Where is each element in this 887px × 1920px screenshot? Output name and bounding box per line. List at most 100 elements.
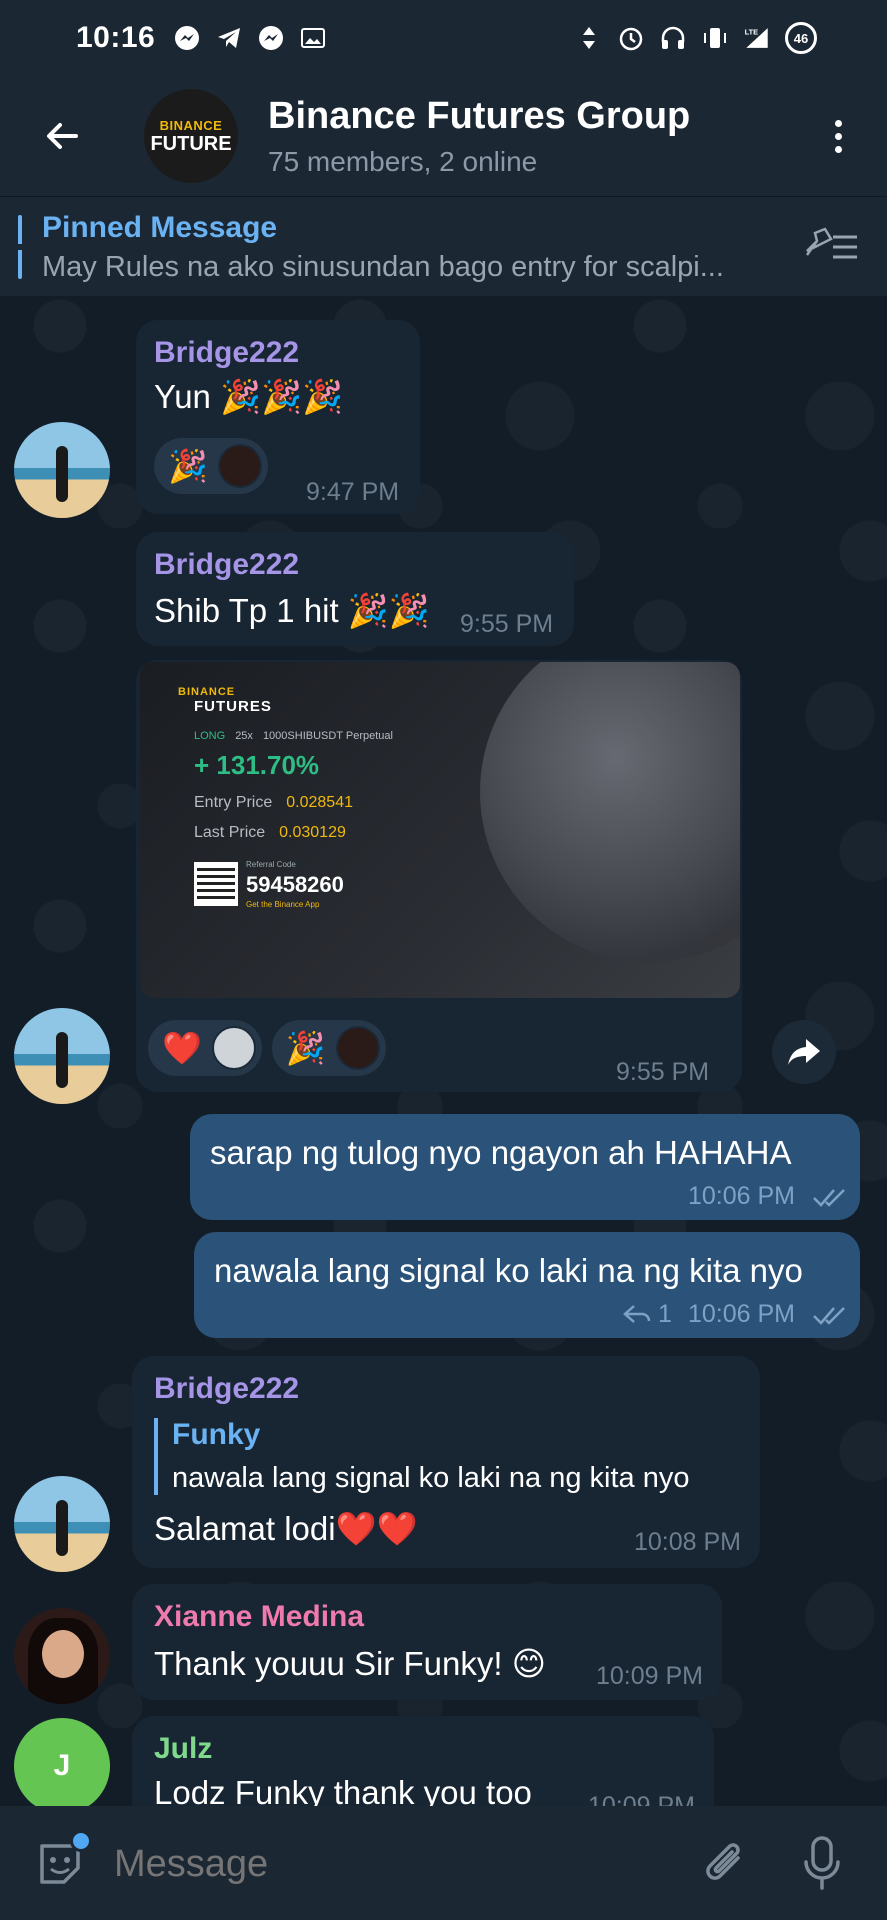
more-options-button[interactable] xyxy=(823,106,853,166)
card-moon-graphic xyxy=(480,662,740,962)
dot-icon xyxy=(834,132,842,140)
outgoing-message-bubble[interactable]: nawala lang signal ko laki na ng kita ny… xyxy=(194,1232,860,1338)
sender-name: Xianne Medina xyxy=(154,1600,365,1633)
message-time: 10:09 PM xyxy=(588,1792,696,1806)
gallery-icon xyxy=(299,24,327,52)
dot-icon xyxy=(834,119,842,127)
message-bubble[interactable]: Bridge222 Shib Tp 1 hit 🎉🎉 9:55 PM xyxy=(136,532,574,646)
avatar-bridge222[interactable] xyxy=(14,1476,110,1572)
reaction-heart[interactable]: ❤️ xyxy=(148,1020,262,1076)
binance-pnl-card[interactable]: BINANCE FUTURES LONG 25x 1000SHIBUSDT Pe… xyxy=(140,662,740,998)
heart-icon: ❤️ xyxy=(162,1030,202,1066)
data-arrows-icon xyxy=(575,24,603,52)
reply-quote[interactable]: Funky nawala lang signal ko laki na ng k… xyxy=(154,1418,690,1495)
referral-code: 59458260 xyxy=(246,872,344,897)
reactor-avatar xyxy=(335,1026,380,1070)
reactor-avatar xyxy=(211,1026,256,1070)
avatar-brand-bottom: FUTURE xyxy=(150,132,232,155)
paperclip-icon xyxy=(706,1843,740,1880)
last-label: Last Price xyxy=(194,824,266,841)
pinned-list-icon[interactable] xyxy=(801,223,861,271)
party-popper-icon: 🎉 xyxy=(285,1030,326,1066)
reactions: ❤️ 🎉 xyxy=(148,1020,386,1076)
message-time: 10:06 PM xyxy=(688,1300,796,1328)
avatar-bridge222[interactable] xyxy=(14,422,110,518)
reaction-party[interactable]: 🎉 xyxy=(154,438,268,494)
message-text: Shib Tp 1 hit 🎉🎉 xyxy=(154,592,431,629)
pinned-title: Pinned Message xyxy=(42,211,278,244)
message-time: 9:55 PM xyxy=(616,1058,710,1086)
pinned-message-bar[interactable]: Pinned Message May Rules na ako sinusund… xyxy=(0,196,887,296)
person-figure xyxy=(56,446,68,502)
entry-label: Entry Price xyxy=(194,794,273,811)
message-text: Salamat lodi❤️❤️ xyxy=(154,1510,418,1547)
pin-indicator xyxy=(18,215,22,279)
card-entry-row: Entry Price 0.028541 xyxy=(194,794,353,812)
microphone-button[interactable] xyxy=(800,1834,844,1894)
message-time: 10:08 PM xyxy=(634,1528,742,1556)
message-input-bar xyxy=(0,1806,887,1920)
notification-dot xyxy=(70,1830,92,1852)
status-bar: 10:16 LTE 46 xyxy=(0,0,887,76)
message-bubble[interactable]: Bridge222 Yun 🎉🎉🎉 🎉 9:47 PM xyxy=(136,320,420,514)
attach-button[interactable] xyxy=(700,1836,752,1892)
header-titles[interactable]: Binance Futures Group 75 members, 2 onli… xyxy=(268,95,690,178)
avatar-xianne-medina[interactable] xyxy=(14,1608,110,1704)
message-time: 9:55 PM xyxy=(460,610,554,638)
sender-name: Bridge222 xyxy=(154,336,300,369)
reactions: 🎉 xyxy=(154,438,268,494)
vibrate-icon xyxy=(701,24,729,52)
forward-button[interactable] xyxy=(772,1020,836,1084)
message-bubble[interactable]: Bridge222 Funky nawala lang signal ko la… xyxy=(132,1356,760,1568)
party-popper-icon: 🎉 xyxy=(168,448,208,484)
avatar-face xyxy=(42,1630,84,1678)
qr-code-icon xyxy=(194,862,238,906)
message-text: nawala lang signal ko laki na ng kita ny… xyxy=(214,1252,803,1289)
person-figure xyxy=(56,1500,68,1556)
referral-app-text: Get the Binance App xyxy=(246,900,320,909)
sender-name: Bridge222 xyxy=(154,1372,300,1405)
reply-name: Funky xyxy=(172,1418,261,1451)
card-last-row: Last Price 0.030129 xyxy=(194,824,346,842)
back-arrow-icon xyxy=(47,123,78,149)
card-side: LONG xyxy=(194,730,226,742)
avatar-bridge222[interactable] xyxy=(14,1008,110,1104)
signal-icon: LTE xyxy=(743,24,771,52)
sender-name: Julz xyxy=(154,1732,213,1765)
referral-label: Referral Code xyxy=(246,860,296,869)
alarm-icon xyxy=(617,24,645,52)
card-tags: LONG 25x 1000SHIBUSDT Perpetual xyxy=(194,730,393,742)
message-input[interactable] xyxy=(114,1838,654,1890)
reply-count: 1 xyxy=(658,1300,672,1328)
person-figure xyxy=(56,1032,68,1088)
group-title: Binance Futures Group xyxy=(268,94,691,137)
reactor-avatar xyxy=(217,444,262,488)
reaction-party[interactable]: 🎉 xyxy=(271,1020,386,1076)
message-bubble[interactable]: Xianne Medina Thank youuu Sir Funky! 😊 1… xyxy=(132,1584,722,1700)
sender-name: Bridge222 xyxy=(154,548,300,581)
back-button[interactable] xyxy=(30,104,94,168)
message-time: 10:09 PM xyxy=(596,1662,704,1690)
avatar-brand-top: BINANCE xyxy=(159,117,223,133)
message-time: 9:47 PM xyxy=(306,478,400,506)
reply-text: nawala lang signal ko laki na ng kita ny… xyxy=(172,1462,690,1494)
message-time: 10:06 PM xyxy=(688,1182,796,1210)
svg-text:LTE: LTE xyxy=(745,28,758,37)
last-value: 0.030129 xyxy=(279,824,346,841)
double-check-icon xyxy=(813,1189,845,1207)
telegram-icon xyxy=(215,24,243,52)
reply-arrow-icon xyxy=(623,1305,651,1323)
battery-indicator: 46 xyxy=(785,22,817,54)
card-pair: 1000SHIBUSDT Perpetual xyxy=(262,730,393,742)
message-text: Thank youuu Sir Funky! 😊 xyxy=(154,1645,547,1682)
messenger-icon xyxy=(173,24,201,52)
avatar-julz[interactable]: J xyxy=(14,1718,110,1814)
outgoing-message-bubble[interactable]: sarap ng tulog nyo ngayon ah HAHAHA 10:0… xyxy=(190,1114,860,1220)
card-brand-bottom: FUTURES xyxy=(194,698,272,715)
message-bubble[interactable]: Julz Lodz Funky thank you too 10:09 PM xyxy=(132,1716,714,1806)
dot-icon xyxy=(834,145,842,153)
pinned-text: May Rules na ako sinusundan bago entry f… xyxy=(42,251,724,283)
card-pnl: + 131.70% xyxy=(194,750,320,780)
group-avatar[interactable]: BINANCE FUTURE xyxy=(144,89,238,183)
headphones-icon xyxy=(659,24,687,52)
